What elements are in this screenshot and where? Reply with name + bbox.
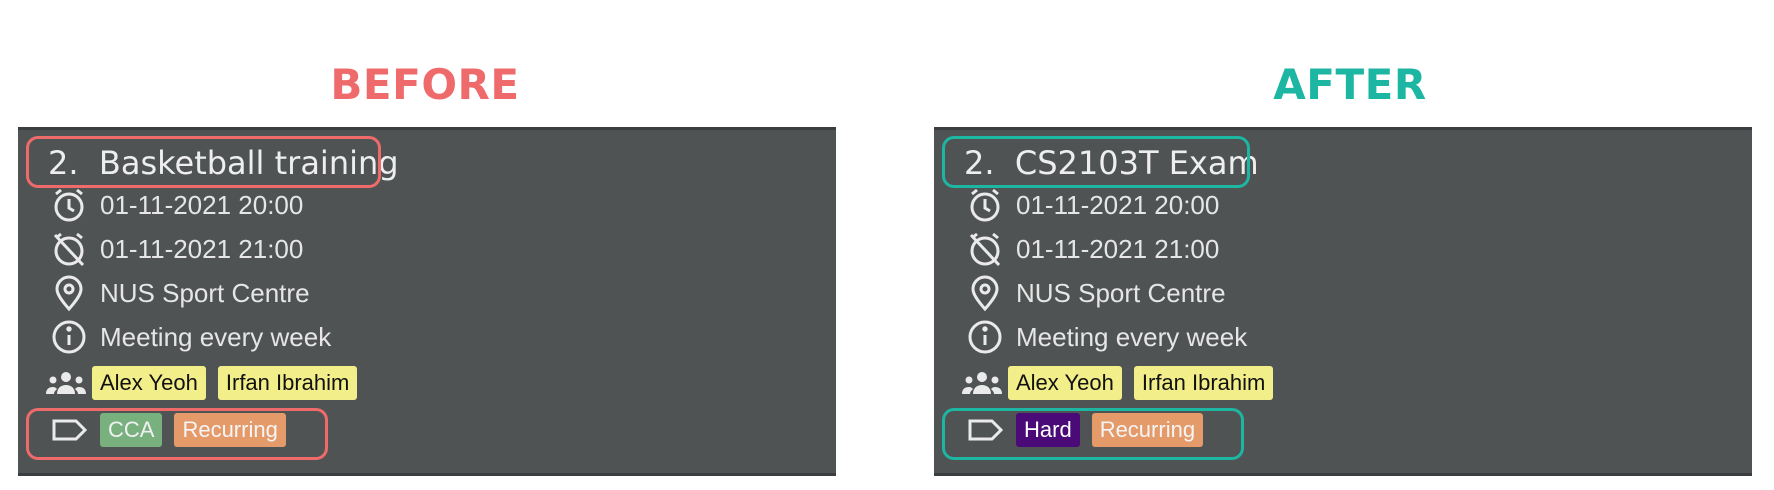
map-pin-icon bbox=[971, 275, 999, 312]
end-time: 01-11-2021 21:00 bbox=[100, 233, 304, 264]
alarm-off-icon bbox=[969, 232, 1001, 267]
end-time-row: 01-11-2021 21:00 bbox=[966, 230, 1219, 268]
start-time: 01-11-2021 20:00 bbox=[1016, 189, 1220, 220]
location: NUS Sport Centre bbox=[1016, 277, 1226, 308]
map-pin-icon bbox=[55, 275, 83, 312]
after-heading: AFTER bbox=[1273, 60, 1427, 109]
alarm-clock-icon bbox=[54, 188, 84, 222]
end-time: 01-11-2021 21:00 bbox=[1016, 233, 1220, 264]
location-row: NUS Sport Centre bbox=[966, 274, 1226, 312]
start-time-row: 01-11-2021 20:00 bbox=[966, 186, 1219, 224]
before-tags-highlight bbox=[26, 408, 328, 460]
participants-row: Alex Yeoh Irfan Ibrahim bbox=[44, 364, 369, 402]
people-group-icon bbox=[46, 372, 86, 394]
end-time-row: 01-11-2021 21:00 bbox=[50, 230, 303, 268]
participant-tag[interactable]: Alex Yeoh bbox=[1008, 366, 1122, 400]
location: NUS Sport Centre bbox=[100, 277, 310, 308]
after-title-highlight bbox=[942, 136, 1250, 188]
description-row: Meeting every week bbox=[966, 318, 1247, 356]
description: Meeting every week bbox=[100, 321, 332, 352]
participant-tag[interactable]: Irfan Ibrahim bbox=[1133, 366, 1274, 400]
info-icon bbox=[52, 320, 86, 354]
participants-row: Alex Yeoh Irfan Ibrahim bbox=[960, 364, 1285, 402]
start-time: 01-11-2021 20:00 bbox=[100, 189, 304, 220]
participant-tag[interactable]: Alex Yeoh bbox=[92, 366, 206, 400]
description: Meeting every week bbox=[1016, 321, 1248, 352]
participant-tag[interactable]: Irfan Ibrahim bbox=[217, 366, 358, 400]
after-tags-highlight bbox=[942, 408, 1244, 460]
info-icon bbox=[968, 320, 1002, 354]
description-row: Meeting every week bbox=[50, 318, 331, 356]
alarm-off-icon bbox=[53, 232, 85, 267]
before-heading: BEFORE bbox=[330, 60, 520, 109]
before-title-highlight bbox=[26, 136, 381, 188]
alarm-clock-icon bbox=[970, 188, 1000, 222]
start-time-row: 01-11-2021 20:00 bbox=[50, 186, 303, 224]
people-group-icon bbox=[962, 372, 1002, 394]
location-row: NUS Sport Centre bbox=[50, 274, 310, 312]
